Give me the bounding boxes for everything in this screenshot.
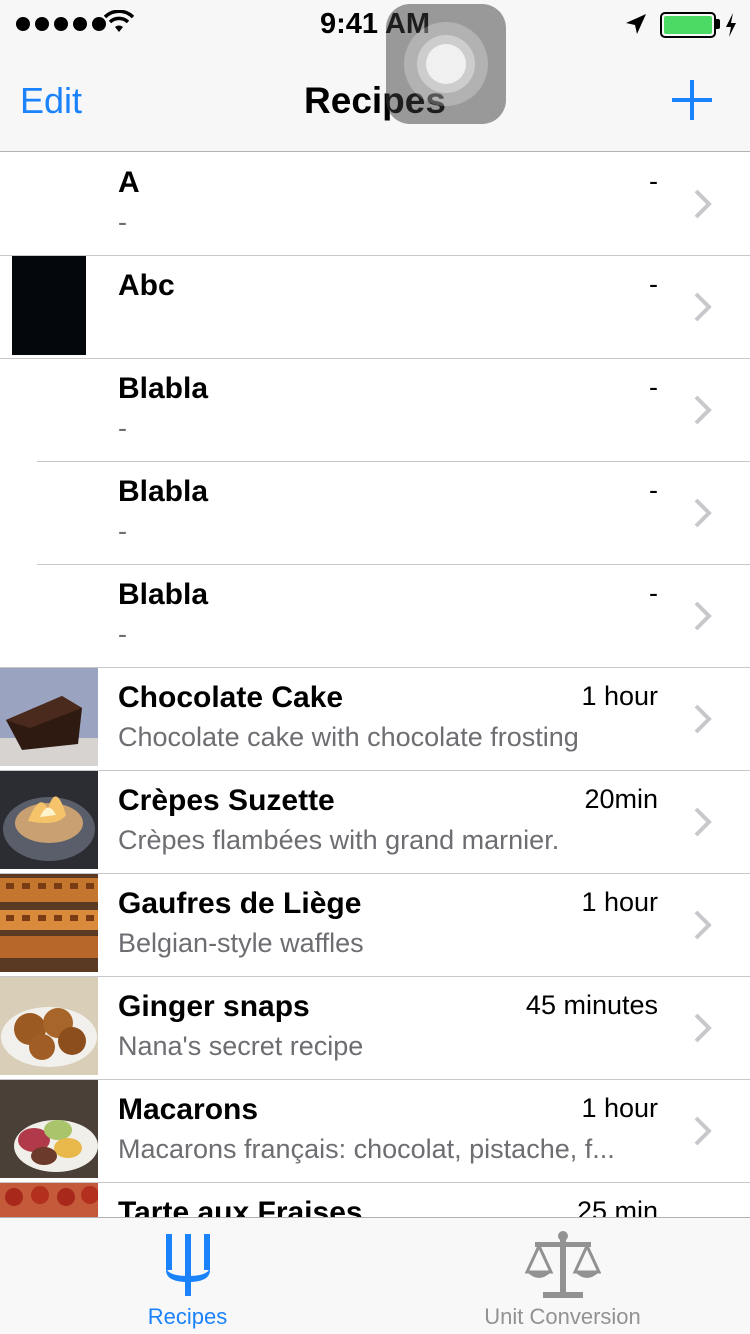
- chevron-right-icon: [694, 910, 712, 940]
- chevron-right-icon: [694, 1116, 712, 1146]
- recipe-title: Ginger snaps: [118, 990, 310, 1023]
- chevron-right-icon: [694, 807, 712, 837]
- tarte-thumbnail: [0, 1183, 98, 1217]
- crepes-thumbnail: [0, 771, 98, 869]
- recipe-time: 1 hour: [581, 887, 658, 917]
- recipe-title: Gaufres de Liège: [118, 887, 362, 920]
- recipe-title: Chocolate Cake: [118, 681, 344, 714]
- status-bar: 9:41 AM: [0, 0, 750, 40]
- tab-label: Recipes: [147, 1304, 228, 1329]
- recipe-row[interactable]: Blabla - -: [0, 462, 750, 565]
- chevron-right-icon: [694, 292, 712, 322]
- tab-unit-conversion[interactable]: Unit Conversion: [375, 1218, 750, 1334]
- location-arrow-icon: [626, 14, 646, 34]
- waffles-thumbnail: [0, 874, 98, 972]
- battery-level: [664, 16, 712, 34]
- recipe-time: 1 hour: [581, 1093, 658, 1123]
- page-title: Recipes: [304, 80, 446, 121]
- battery-icon: [660, 12, 716, 38]
- recipe-description: -: [118, 619, 127, 649]
- recipe-description: Chocolate cake with chocolate frosting: [118, 722, 579, 752]
- plus-icon[interactable]: [670, 78, 714, 122]
- recipe-description: Crèpes flambées with grand marnier.: [118, 825, 560, 855]
- recipe-row[interactable]: Tarte aux Fraises 25 min: [0, 1183, 750, 1217]
- recipe-row[interactable]: Crèpes Suzette 20min Crèpes flambées wit…: [0, 771, 750, 874]
- recipe-description: -: [118, 207, 127, 237]
- recipe-title: Blabla: [118, 578, 209, 611]
- macarons-thumbnail: [0, 1080, 98, 1178]
- chevron-right-icon: [694, 601, 712, 631]
- recipe-description: -: [118, 413, 127, 443]
- recipe-time: 20min: [584, 784, 658, 814]
- recipe-title: Blabla: [118, 372, 209, 405]
- recipe-row[interactable]: Gaufres de Liège 1 hour Belgian-style wa…: [0, 874, 750, 977]
- recipe-title: A: [118, 166, 140, 199]
- chevron-right-icon: [694, 395, 712, 425]
- recipe-list: A - - Abc - Blabla - - Blabla - - Blabla…: [0, 153, 750, 1217]
- chevron-right-icon: [694, 704, 712, 734]
- scale-icon: [525, 1231, 601, 1298]
- recipe-row[interactable]: Abc -: [0, 256, 750, 359]
- recipe-description: Belgian-style waffles: [118, 928, 364, 958]
- recipe-row[interactable]: Ginger snaps 45 minutes Nana's secret re…: [0, 977, 750, 1080]
- recipe-description: -: [118, 516, 127, 546]
- recipe-title: Abc: [118, 269, 175, 302]
- recipe-thumbnail: [12, 256, 86, 355]
- recipe-time: 45 minutes: [525, 990, 658, 1020]
- recipe-row[interactable]: Chocolate Cake 1 hour Chocolate cake wit…: [0, 668, 750, 771]
- tab-bar: Recipes Unit Conversion: [0, 1217, 750, 1334]
- recipe-title: Crèpes Suzette: [118, 784, 335, 817]
- assistive-touch-button[interactable]: [386, 4, 506, 124]
- recipe-title: Tarte aux Fraises: [118, 1196, 363, 1217]
- recipe-time: -: [649, 269, 658, 299]
- tab-label: Unit Conversion: [484, 1304, 641, 1329]
- recipe-time: -: [649, 578, 658, 608]
- battery-tip: [716, 19, 720, 29]
- recipe-row[interactable]: Blabla - -: [0, 359, 750, 462]
- recipe-time: -: [649, 166, 658, 196]
- recipe-title: Blabla: [118, 475, 209, 508]
- ginger-snaps-thumbnail: [0, 977, 98, 1075]
- fork-icon: [166, 1234, 210, 1296]
- recipe-description: Nana's secret recipe: [118, 1031, 364, 1061]
- recipe-row[interactable]: A - -: [0, 153, 750, 256]
- recipe-time: -: [649, 475, 658, 505]
- recipe-row[interactable]: Macarons 1 hour Macarons français: choco…: [0, 1080, 750, 1183]
- navigation-bar: Edit Recipes: [0, 40, 750, 152]
- recipe-time: -: [649, 372, 658, 402]
- chocolate-cake-thumbnail: [0, 668, 98, 766]
- recipe-time: 1 hour: [581, 681, 658, 711]
- chevron-right-icon: [694, 1013, 712, 1043]
- chevron-right-icon: [694, 189, 712, 219]
- chevron-right-icon: [694, 498, 712, 528]
- tab-recipes[interactable]: Recipes: [0, 1218, 375, 1334]
- recipe-row[interactable]: Blabla - -: [0, 565, 750, 668]
- recipe-title: Macarons: [118, 1093, 259, 1126]
- recipe-time: 25 min: [576, 1196, 658, 1217]
- charging-bolt-icon: [726, 13, 736, 37]
- recipe-description: Macarons français: chocolat, pistache, f…: [118, 1134, 615, 1164]
